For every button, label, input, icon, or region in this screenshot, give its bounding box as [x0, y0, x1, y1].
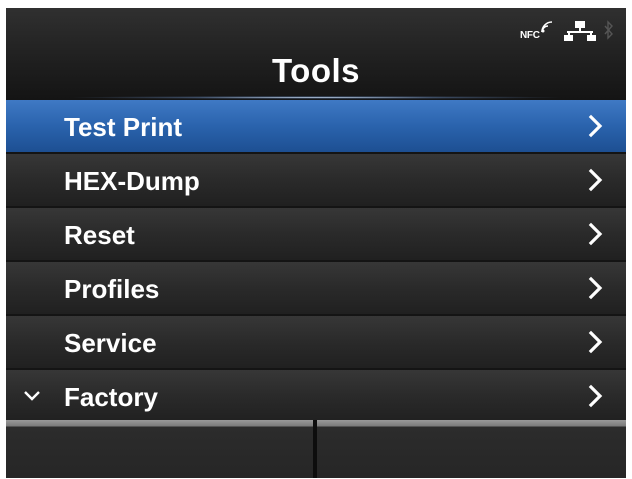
tools-menu: Test Print HEX-Dump Reset Profiles Servi…: [6, 100, 626, 424]
chevron-right-icon: [588, 276, 603, 300]
menu-item-label: HEX-Dump: [64, 166, 200, 196]
chevron-right-icon: [588, 114, 603, 138]
header-underline-glow: [66, 96, 566, 99]
chevron-right-icon: [588, 222, 603, 246]
menu-item-label: Reset: [64, 220, 135, 250]
header-bar: NFC Tools: [6, 8, 626, 100]
menu-item-profiles[interactable]: Profiles: [6, 262, 626, 314]
left-softkey[interactable]: [6, 420, 313, 478]
menu-item-label: Test Print: [64, 112, 182, 142]
menu-item-test-print[interactable]: Test Print: [6, 100, 626, 152]
chevron-right-icon: [588, 384, 603, 408]
menu-item-reset[interactable]: Reset: [6, 208, 626, 260]
menu-item-service[interactable]: Service: [6, 316, 626, 368]
menu-item-label: Factory: [64, 382, 158, 412]
wired-network-icon: [564, 20, 596, 42]
nfc-icon: NFC: [520, 20, 556, 42]
menu-item-label: Profiles: [64, 274, 160, 304]
device-frame: NFC Tools Test Print HEX-Dump Reset Prof…: [0, 0, 632, 479]
menu-item-factory[interactable]: Factory: [6, 370, 626, 422]
bluetooth-icon: [604, 20, 614, 42]
page-title: Tools: [271, 52, 361, 89]
softkey-bar: [6, 420, 626, 478]
menu-item-label: Service: [64, 328, 157, 358]
printer-display: NFC Tools Test Print HEX-Dump Reset Prof…: [6, 8, 626, 478]
nfc-label: NFC: [520, 30, 540, 41]
chevron-down-icon[interactable]: [22, 389, 42, 403]
menu-item-hex-dump[interactable]: HEX-Dump: [6, 154, 626, 206]
right-softkey[interactable]: [317, 420, 626, 478]
chevron-right-icon: [588, 330, 603, 354]
status-icons: NFC: [520, 20, 614, 44]
chevron-right-icon: [588, 168, 603, 192]
